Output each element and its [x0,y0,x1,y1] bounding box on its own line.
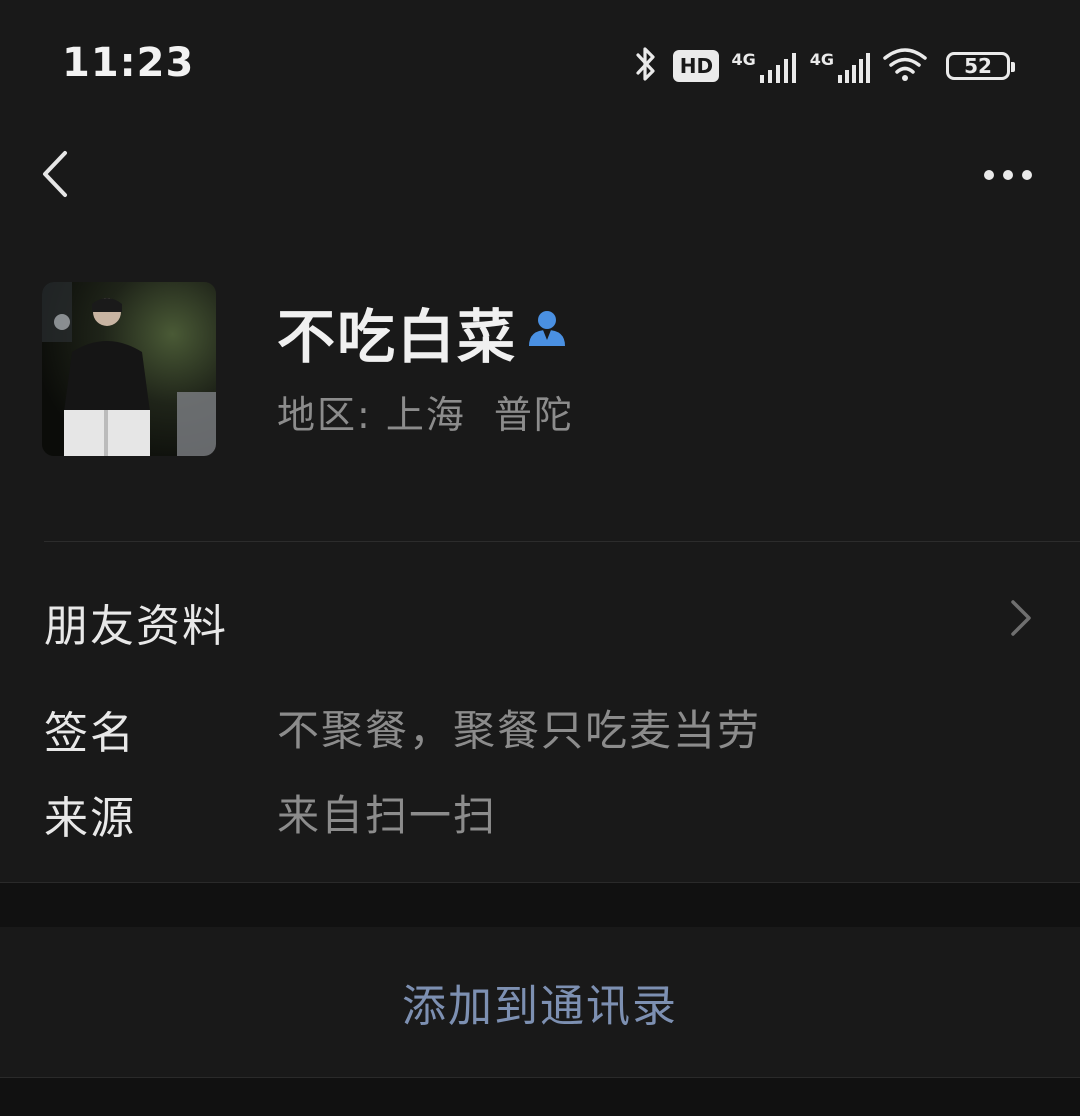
battery-level: 52 [964,54,992,78]
add-to-contacts-label: 添加到通讯录 [402,981,678,1032]
network-type-label: 4G [809,49,834,69]
add-to-contacts-button[interactable]: 添加到通讯录 [0,927,1080,1077]
status-time: 11:23 [62,40,195,86]
chevron-left-icon [40,149,70,203]
more-dots-icon [1003,170,1013,180]
wifi-icon [882,46,928,86]
status-icons: HD 4G 4G 52 [631,44,1015,88]
signal-icon: 4G [810,50,870,83]
region-district: 普陀 [493,393,574,437]
network-type-label: 4G [731,49,756,69]
region-label: 地区: [277,393,372,437]
divider [44,541,1080,542]
contact-profile-page: 11:23 HD 4G 4G 52 不吃白菜 地区: 上海 普陀 朋友资料 签名… [0,0,1080,1116]
source-value: 来自扫一扫 [277,791,498,840]
battery-icon: 52 [946,52,1015,80]
user-icon [526,306,568,348]
more-dots-icon [984,170,994,180]
chevron-right-icon [1008,598,1034,638]
signature-row: 签名 不聚餐，聚餐只吃麦当劳 [0,697,1080,767]
more-dots-icon [1022,170,1032,180]
source-label: 来源 [44,793,136,844]
signal-icon: 4G [731,50,797,83]
signature-label: 签名 [44,708,136,759]
hd-icon: HD [673,50,720,82]
back-button[interactable] [30,146,80,206]
section-gap [0,883,1080,927]
source-row: 来源 来自扫一扫 [0,782,1080,852]
profile-name: 不吃白菜 [277,303,518,371]
friend-info-label: 朋友资料 [44,601,228,652]
avatar[interactable] [42,282,216,456]
more-options-button[interactable] [976,150,1040,200]
status-bar: 11:23 HD 4G 4G 52 [0,0,1080,120]
region-info: 地区: 上海 普陀 [277,384,574,439]
region-city: 上海 [385,393,466,437]
friend-info-row[interactable]: 朋友资料 [0,560,1080,680]
bottom-gap [0,1077,1080,1116]
bluetooth-icon [631,44,661,88]
signature-value: 不聚餐，聚餐只吃麦当劳 [277,706,762,755]
